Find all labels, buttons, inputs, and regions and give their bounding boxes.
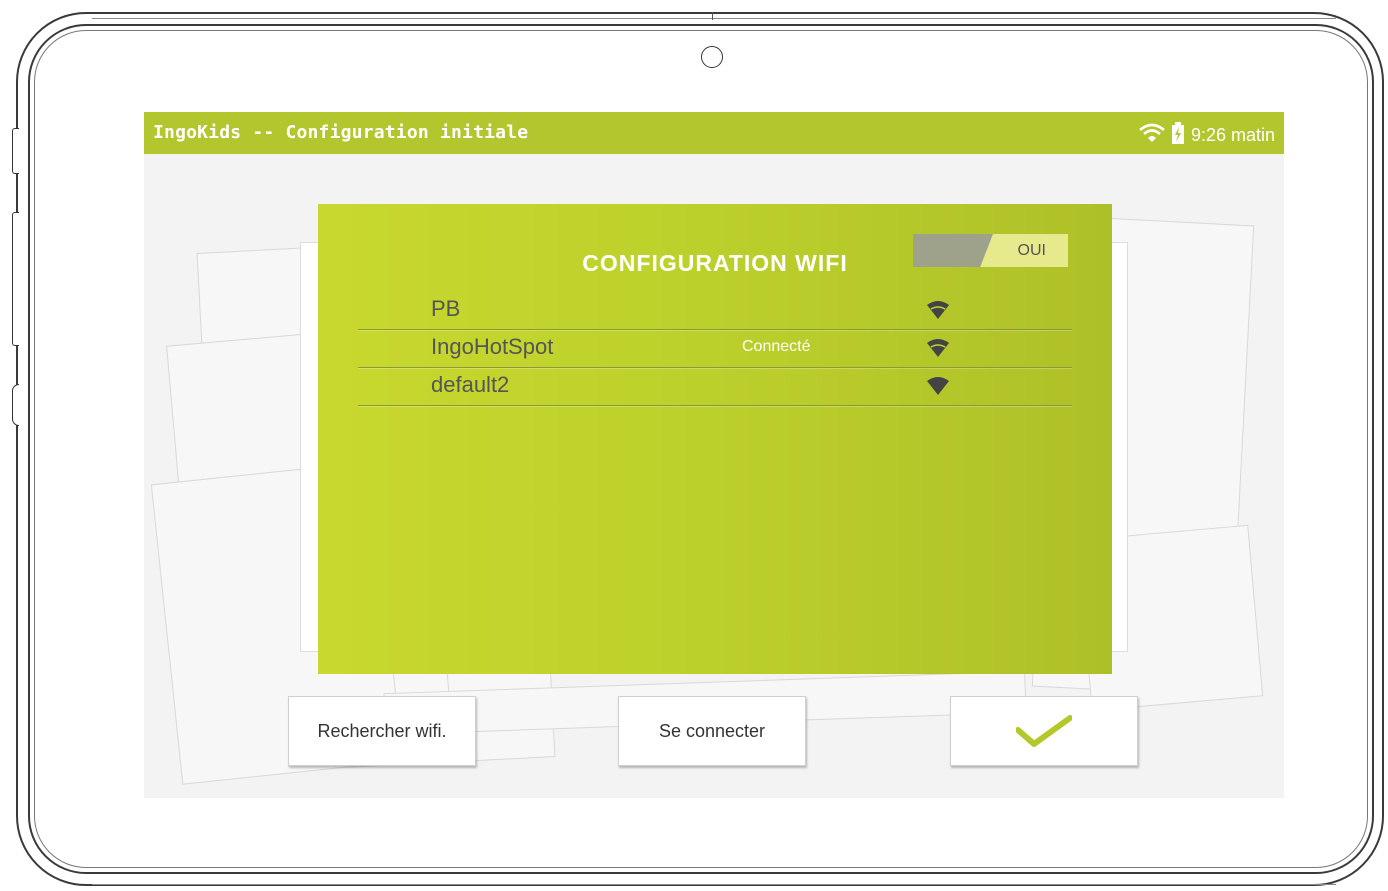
clock: 9:26 matin — [1190, 124, 1275, 145]
app-title: IngoKids -- Configuration initiale — [153, 122, 529, 143]
battery-charging-icon — [1171, 122, 1185, 148]
side-button-volume — [12, 212, 19, 346]
wifi-network-row-pb[interactable]: PB — [358, 292, 1072, 330]
wifi-ssid: IngoHotSpot — [431, 334, 554, 359]
side-port — [12, 384, 19, 426]
confirm-button[interactable] — [950, 696, 1138, 766]
frame-top-tick — [712, 12, 713, 20]
status-bar: IngoKids -- Configuration initiale 9:26 … — [144, 112, 1284, 154]
wifi-network-row-default2[interactable]: default2 — [358, 368, 1072, 406]
wifi-signal-icon — [927, 301, 949, 319]
wifi-config-card: CONFIGURATION WIFI OUI PB IngoHotSpot Co… — [318, 204, 1112, 674]
side-button-power — [12, 128, 19, 174]
front-camera — [701, 46, 723, 68]
wifi-toggle-thumb — [913, 234, 993, 267]
status-icons: 9:26 matin — [1139, 122, 1275, 148]
scan-wifi-button[interactable]: Rechercher wifi. — [288, 696, 476, 766]
check-icon — [1016, 715, 1072, 747]
wifi-ssid: PB — [431, 296, 461, 321]
wifi-signal-icon — [927, 339, 949, 357]
connect-button[interactable]: Se connecter — [618, 696, 806, 766]
wifi-network-row-ingohotspot[interactable]: IngoHotSpot Connecté — [358, 330, 1072, 368]
wifi-network-list: PB IngoHotSpot Connecté default2 — [358, 292, 1072, 406]
wifi-toggle-label: OUI — [1017, 242, 1046, 259]
wifi-toggle[interactable]: OUI — [913, 234, 1068, 267]
frame-top-line — [92, 18, 1336, 19]
screen: IngoKids -- Configuration initiale 9:26 … — [144, 112, 1284, 798]
wifi-icon — [1139, 123, 1165, 147]
wifi-status: Connecté — [742, 338, 811, 355]
wifi-signal-icon — [927, 377, 949, 395]
wifi-ssid: default2 — [431, 372, 510, 397]
frame-bottom-line — [92, 884, 1336, 885]
